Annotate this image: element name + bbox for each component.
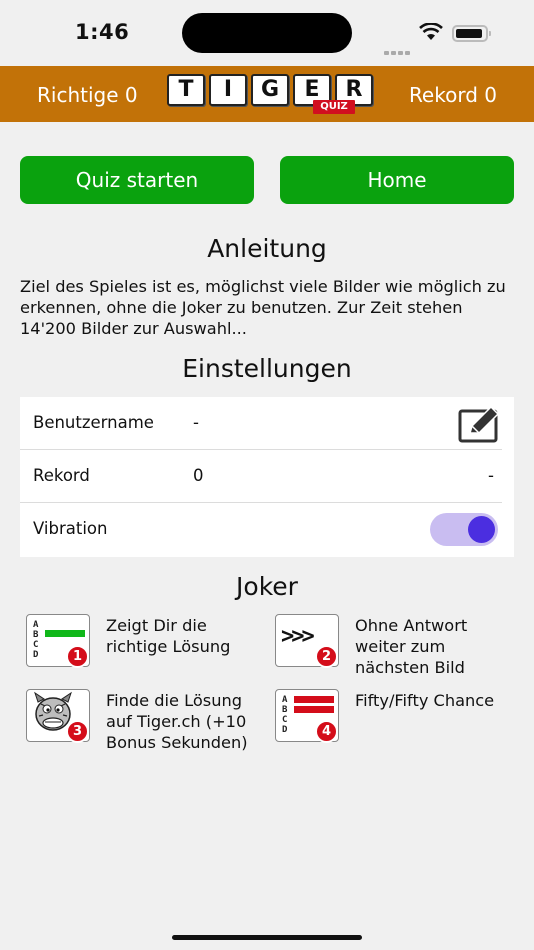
edit-icon[interactable] (458, 405, 502, 443)
joker-badge: 2 (315, 645, 338, 668)
rekord-value: 0 (193, 466, 204, 485)
joker-3-text: Finde die Lösung auf Tiger.ch (+10 Bonus… (106, 691, 248, 752)
settings-row-rekord: Rekord 0 - (20, 450, 502, 503)
logo-letter: G (251, 74, 289, 106)
benutzername-label: Benutzername (33, 413, 154, 432)
joker-4-text: Fifty/Fifty Chance (355, 691, 495, 710)
rekord-right-value: - (488, 466, 494, 485)
settings-row-vibration: Vibration (20, 503, 502, 556)
skip-arrows-icon: >>> 2 (275, 614, 339, 668)
vibration-label: Vibration (33, 519, 108, 538)
quiz-starten-button[interactable]: Quiz starten (20, 156, 254, 204)
joker-1-text: Zeigt Dir die richtige Lösung (106, 616, 231, 656)
rekord-label: Rekord (33, 466, 90, 485)
tiger-mascot-icon: 3 (26, 689, 90, 743)
joker-title: Joker (236, 572, 298, 601)
cellular-signal-icon (384, 36, 412, 55)
toggle-knob (468, 516, 495, 543)
anleitung-text: Ziel des Spieles ist es, möglichst viele… (20, 277, 506, 338)
richtige-counter: Richtige 0 (37, 83, 138, 107)
einstellungen-title: Einstellungen (182, 354, 352, 383)
rekord-counter: Rekord 0 (408, 83, 497, 107)
dynamic-island (182, 13, 352, 53)
tiger-quiz-logo: T I G E R QUIZ (167, 74, 375, 114)
battery-icon (452, 25, 491, 42)
benutzername-value: - (193, 413, 199, 432)
joker-badge: 3 (66, 720, 89, 743)
skip-arrows-glyph: >>> (281, 624, 315, 649)
wifi-icon (419, 23, 443, 40)
logo-letter: I (209, 74, 247, 106)
home-indicator[interactable] (172, 935, 362, 940)
settings-row-benutzername: Benutzername - (20, 397, 502, 450)
home-button[interactable]: Home (280, 156, 514, 204)
joker-badge: 1 (66, 645, 89, 668)
joker-2-text: Ohne Antwort weiter zum nächsten Bild (355, 616, 468, 677)
abcd-green-bar-icon: ABCD 1 (26, 614, 90, 668)
vibration-toggle[interactable] (430, 513, 498, 546)
logo-letter: T (167, 74, 205, 106)
anleitung-title: Anleitung (207, 234, 327, 263)
abcd-red-bars-icon: ABCD 4 (275, 689, 339, 743)
status-bar: 1:46 (0, 0, 534, 66)
status-time: 1:46 (75, 20, 130, 44)
joker-badge: 4 (315, 720, 338, 743)
settings-panel: Benutzername - Rekord 0 - Vibration (20, 397, 514, 557)
logo-quiz-tag: QUIZ (313, 100, 355, 114)
